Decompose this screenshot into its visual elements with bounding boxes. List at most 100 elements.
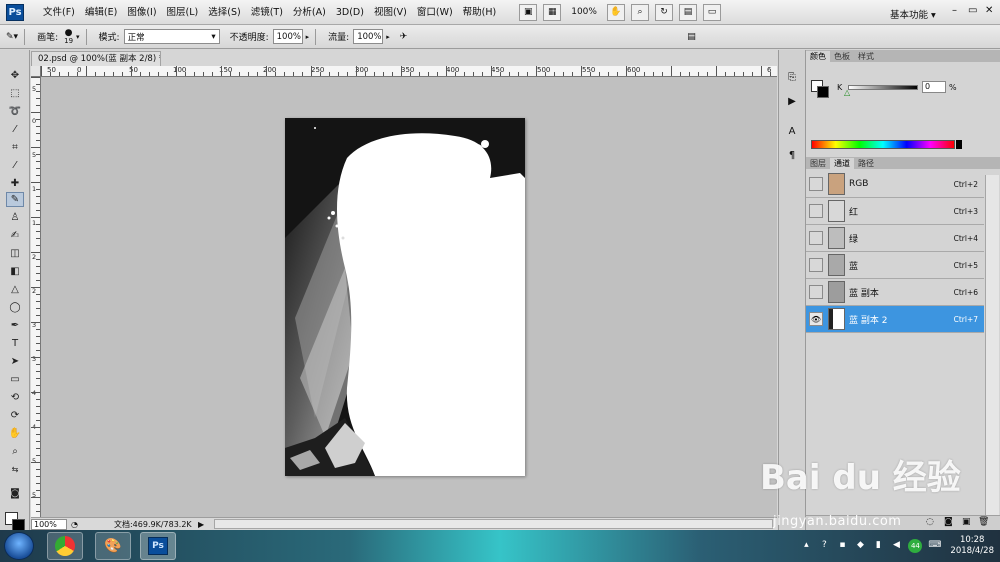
opacity-field[interactable]: 100% bbox=[272, 29, 303, 44]
restore-button[interactable]: ▭ bbox=[968, 5, 977, 16]
dodge-tool-icon[interactable]: ◯ bbox=[6, 300, 24, 315]
channel-row-green[interactable]: 绿 Ctrl+4 bbox=[806, 225, 984, 252]
visibility-toggle[interactable] bbox=[809, 285, 823, 299]
hand-tool-icon[interactable]: ✋ bbox=[606, 3, 625, 21]
history-brush-tool-icon[interactable]: ✍ bbox=[6, 228, 24, 243]
view-extras-icon[interactable]: ▦ bbox=[543, 3, 562, 21]
color-spectrum-bar[interactable] bbox=[811, 140, 955, 149]
blur-tool-icon[interactable]: △ bbox=[6, 282, 24, 297]
vertical-ruler[interactable]: 5 0 5 1 1 2 2 3 3 4 4 5 5 bbox=[31, 77, 41, 517]
tab-layers[interactable]: 图层 bbox=[806, 158, 830, 169]
menu-edit[interactable]: 编辑(E) bbox=[80, 0, 122, 25]
eraser-tool-icon[interactable]: ◫ bbox=[6, 246, 24, 261]
type-tool-icon[interactable]: T bbox=[6, 336, 24, 351]
brush-tool-preset-icon[interactable]: ✎▾ bbox=[6, 32, 18, 42]
pen-tool-icon[interactable]: ✒ bbox=[6, 318, 24, 333]
channel-row-red[interactable]: 红 Ctrl+3 bbox=[806, 198, 984, 225]
document-tab[interactable]: 02.psd @ 100%(蓝 副本 2/8) * × bbox=[31, 51, 161, 66]
clone-stamp-tool-icon[interactable]: ♙ bbox=[6, 210, 24, 225]
crop-tool-icon[interactable]: ⌗ bbox=[6, 140, 24, 155]
input-method-icon[interactable]: ⌨ bbox=[928, 540, 941, 552]
menu-file[interactable]: 文件(F) bbox=[38, 0, 80, 25]
black-swatch[interactable] bbox=[956, 140, 962, 149]
image-canvas[interactable] bbox=[285, 118, 525, 476]
flow-slider-icon[interactable]: ▸ bbox=[386, 33, 390, 41]
screen-mode-icon[interactable]: ▭ bbox=[702, 3, 721, 21]
tab-styles[interactable]: 样式 bbox=[854, 51, 878, 62]
horizontal-ruler[interactable]: 50 0 50 100 150 200 250 300 350 400 450 … bbox=[41, 66, 777, 77]
brush-panel-toggle-icon[interactable]: ▤ bbox=[687, 32, 696, 42]
menu-window[interactable]: 窗口(W) bbox=[412, 0, 458, 25]
ruler-origin[interactable] bbox=[31, 66, 41, 77]
visibility-toggle[interactable] bbox=[809, 204, 823, 218]
visibility-toggle[interactable] bbox=[809, 177, 823, 191]
gradient-tool-icon[interactable]: ◧ bbox=[6, 264, 24, 279]
channel-row-blue-copy[interactable]: 蓝 副本 Ctrl+6 bbox=[806, 279, 984, 306]
zoom-field[interactable]: 100% bbox=[31, 518, 67, 530]
taskbar-browser-button[interactable] bbox=[47, 532, 83, 560]
volume-icon[interactable]: ◀ bbox=[890, 540, 902, 552]
background-color-swatch[interactable] bbox=[817, 86, 829, 98]
slider-handle-icon[interactable]: △ bbox=[844, 88, 850, 97]
zoom-tool-icon[interactable]: ⌕ bbox=[6, 444, 24, 459]
menu-image[interactable]: 图像(I) bbox=[122, 0, 161, 25]
menu-zoom-level[interactable]: 100% bbox=[571, 7, 597, 17]
shape-tool-icon[interactable]: ▭ bbox=[6, 372, 24, 387]
hand-tool-icon[interactable]: ✋ bbox=[6, 426, 24, 441]
save-selection-icon[interactable]: ◙ bbox=[944, 517, 953, 527]
brush-tool-icon[interactable]: ✎ bbox=[6, 192, 24, 207]
history-panel-icon[interactable]: ⎘ bbox=[784, 70, 800, 84]
channel-row-blue-copy-2[interactable]: 👁 蓝 副本 2 Ctrl+7 bbox=[806, 306, 984, 333]
taskbar-paint-button[interactable]: 🎨 bbox=[95, 532, 131, 560]
swap-colors-icon[interactable]: ⇆ bbox=[6, 462, 24, 477]
lasso-tool-icon[interactable]: ➰ bbox=[6, 104, 24, 119]
signal-icon[interactable]: ▮ bbox=[872, 540, 884, 552]
menu-help[interactable]: 帮助(H) bbox=[458, 0, 502, 25]
ps-logo-icon[interactable]: Ps bbox=[6, 3, 24, 21]
eye-icon[interactable]: 👁 bbox=[809, 312, 823, 326]
brush-preset-picker[interactable]: ● 19 bbox=[64, 28, 73, 45]
menu-filter[interactable]: 滤镜(T) bbox=[246, 0, 288, 25]
tab-paths[interactable]: 路径 bbox=[854, 158, 878, 169]
tray-badge[interactable]: 44 bbox=[908, 539, 923, 553]
arrange-documents-icon[interactable]: ▤ bbox=[678, 3, 697, 21]
chevron-down-icon[interactable]: ▾ bbox=[76, 33, 80, 41]
marquee-tool-icon[interactable]: ⬚ bbox=[6, 86, 24, 101]
load-selection-icon[interactable]: ◌ bbox=[926, 517, 934, 527]
rotate-view-icon[interactable]: ↻ bbox=[654, 3, 673, 21]
3d-orbit-tool-icon[interactable]: ⟳ bbox=[6, 408, 24, 423]
zoom-tool-icon[interactable]: ⌕ bbox=[630, 3, 649, 21]
menu-3d[interactable]: 3D(D) bbox=[331, 0, 369, 25]
new-channel-icon[interactable]: ▣ bbox=[962, 517, 971, 527]
tab-channels[interactable]: 通道 bbox=[830, 158, 854, 169]
network-tray-icon[interactable]: ▪ bbox=[836, 540, 848, 552]
airbrush-icon[interactable]: ✈ bbox=[400, 32, 408, 42]
color-value-field[interactable]: 0 bbox=[922, 81, 946, 93]
tab-color[interactable]: 颜色 bbox=[806, 51, 830, 62]
minimize-button[interactable]: – bbox=[952, 5, 957, 16]
workspace-switcher[interactable]: 基本功能 ▾ bbox=[890, 7, 936, 21]
menu-layer[interactable]: 图层(L) bbox=[162, 0, 204, 25]
system-clock[interactable]: 10:28 2018/4/28 bbox=[950, 535, 994, 557]
move-tool-icon[interactable]: ✥ bbox=[6, 68, 24, 83]
close-button[interactable]: ✕ bbox=[985, 5, 993, 16]
paragraph-panel-icon[interactable]: ¶ bbox=[784, 148, 800, 162]
start-button[interactable] bbox=[4, 532, 34, 560]
channels-scrollbar[interactable] bbox=[985, 175, 999, 515]
delete-channel-icon[interactable]: 🗑 bbox=[978, 517, 989, 527]
path-selection-tool-icon[interactable]: ➤ bbox=[6, 354, 24, 369]
taskbar-photoshop-button[interactable]: Ps bbox=[140, 532, 176, 560]
bridge-icon[interactable]: ▣ bbox=[519, 3, 538, 21]
horizontal-scrollbar[interactable] bbox=[214, 519, 773, 529]
actions-panel-icon[interactable]: ▶ bbox=[784, 94, 800, 108]
channel-row-rgb[interactable]: RGB Ctrl+2 bbox=[806, 171, 984, 198]
quick-select-tool-icon[interactable]: ⁄ bbox=[6, 122, 24, 137]
opacity-slider-icon[interactable]: ▸ bbox=[306, 33, 310, 41]
menu-select[interactable]: 选择(S) bbox=[203, 0, 245, 25]
status-navigator-icon[interactable]: ◔ bbox=[71, 520, 78, 529]
healing-brush-tool-icon[interactable]: ✚ bbox=[6, 176, 24, 191]
eyedropper-tool-icon[interactable]: ⁄ bbox=[6, 158, 24, 173]
k-slider[interactable] bbox=[848, 85, 918, 90]
menu-analysis[interactable]: 分析(A) bbox=[288, 0, 331, 25]
tab-swatches[interactable]: 色板 bbox=[830, 51, 854, 62]
